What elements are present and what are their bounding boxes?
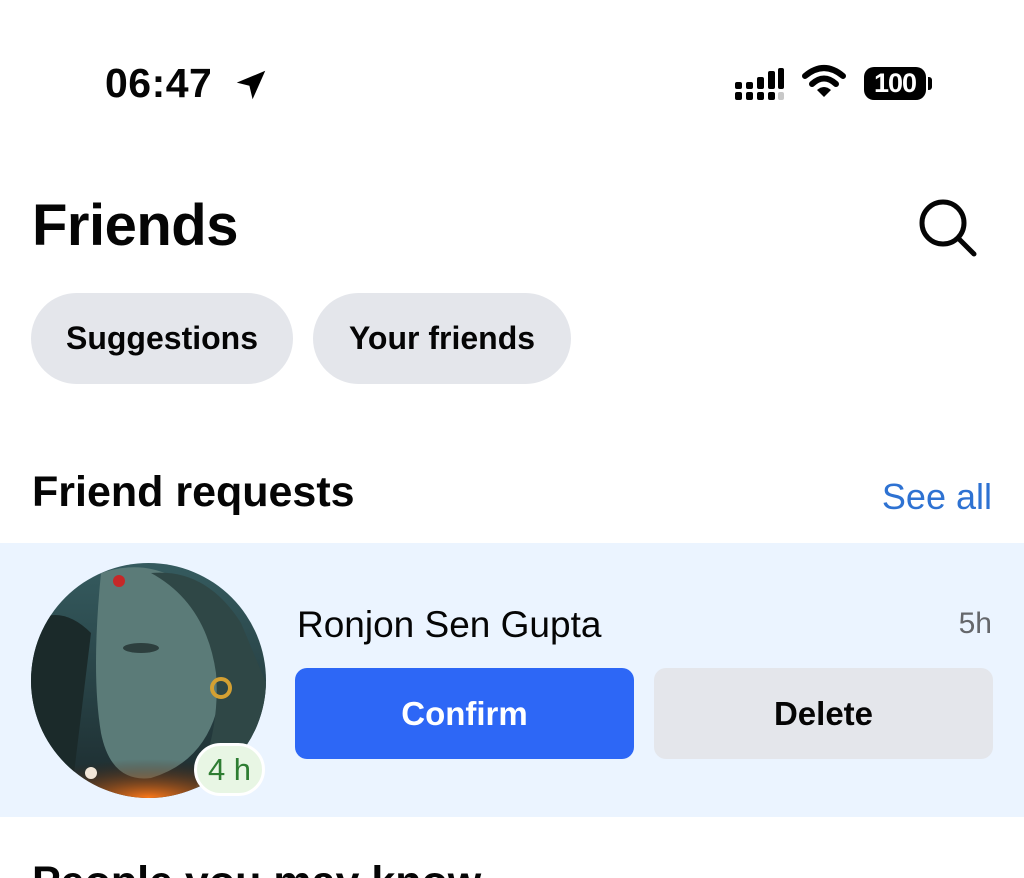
avatar-time-badge: 4 h [194, 743, 265, 796]
battery-icon: 100 [864, 67, 926, 100]
friend-requests-title: Friend requests [32, 468, 355, 516]
people-you-may-know-title: People you may know [32, 858, 481, 878]
confirm-button[interactable]: Confirm [295, 668, 634, 759]
request-name[interactable]: Ronjon Sen Gupta [297, 604, 601, 646]
chip-your-friends[interactable]: Your friends [313, 293, 571, 384]
chip-suggestions[interactable]: Suggestions [31, 293, 293, 384]
location-arrow-icon [236, 70, 266, 100]
wifi-icon [802, 65, 846, 97]
battery-tip [928, 77, 932, 90]
friend-request-item[interactable]: 4 h Ronjon Sen Gupta 5h Confirm Delete [0, 543, 1024, 817]
status-time: 06:47 [105, 60, 213, 106]
request-time: 5h [958, 607, 992, 640]
friends-screen: 06:47 100 Friends Suggestions Your frien… [0, 0, 1024, 878]
page-title: Friends [32, 193, 239, 258]
signal-icon [735, 68, 784, 100]
see-all-link[interactable]: See all [882, 476, 992, 518]
delete-button[interactable]: Delete [654, 668, 993, 759]
search-icon[interactable] [916, 196, 978, 258]
